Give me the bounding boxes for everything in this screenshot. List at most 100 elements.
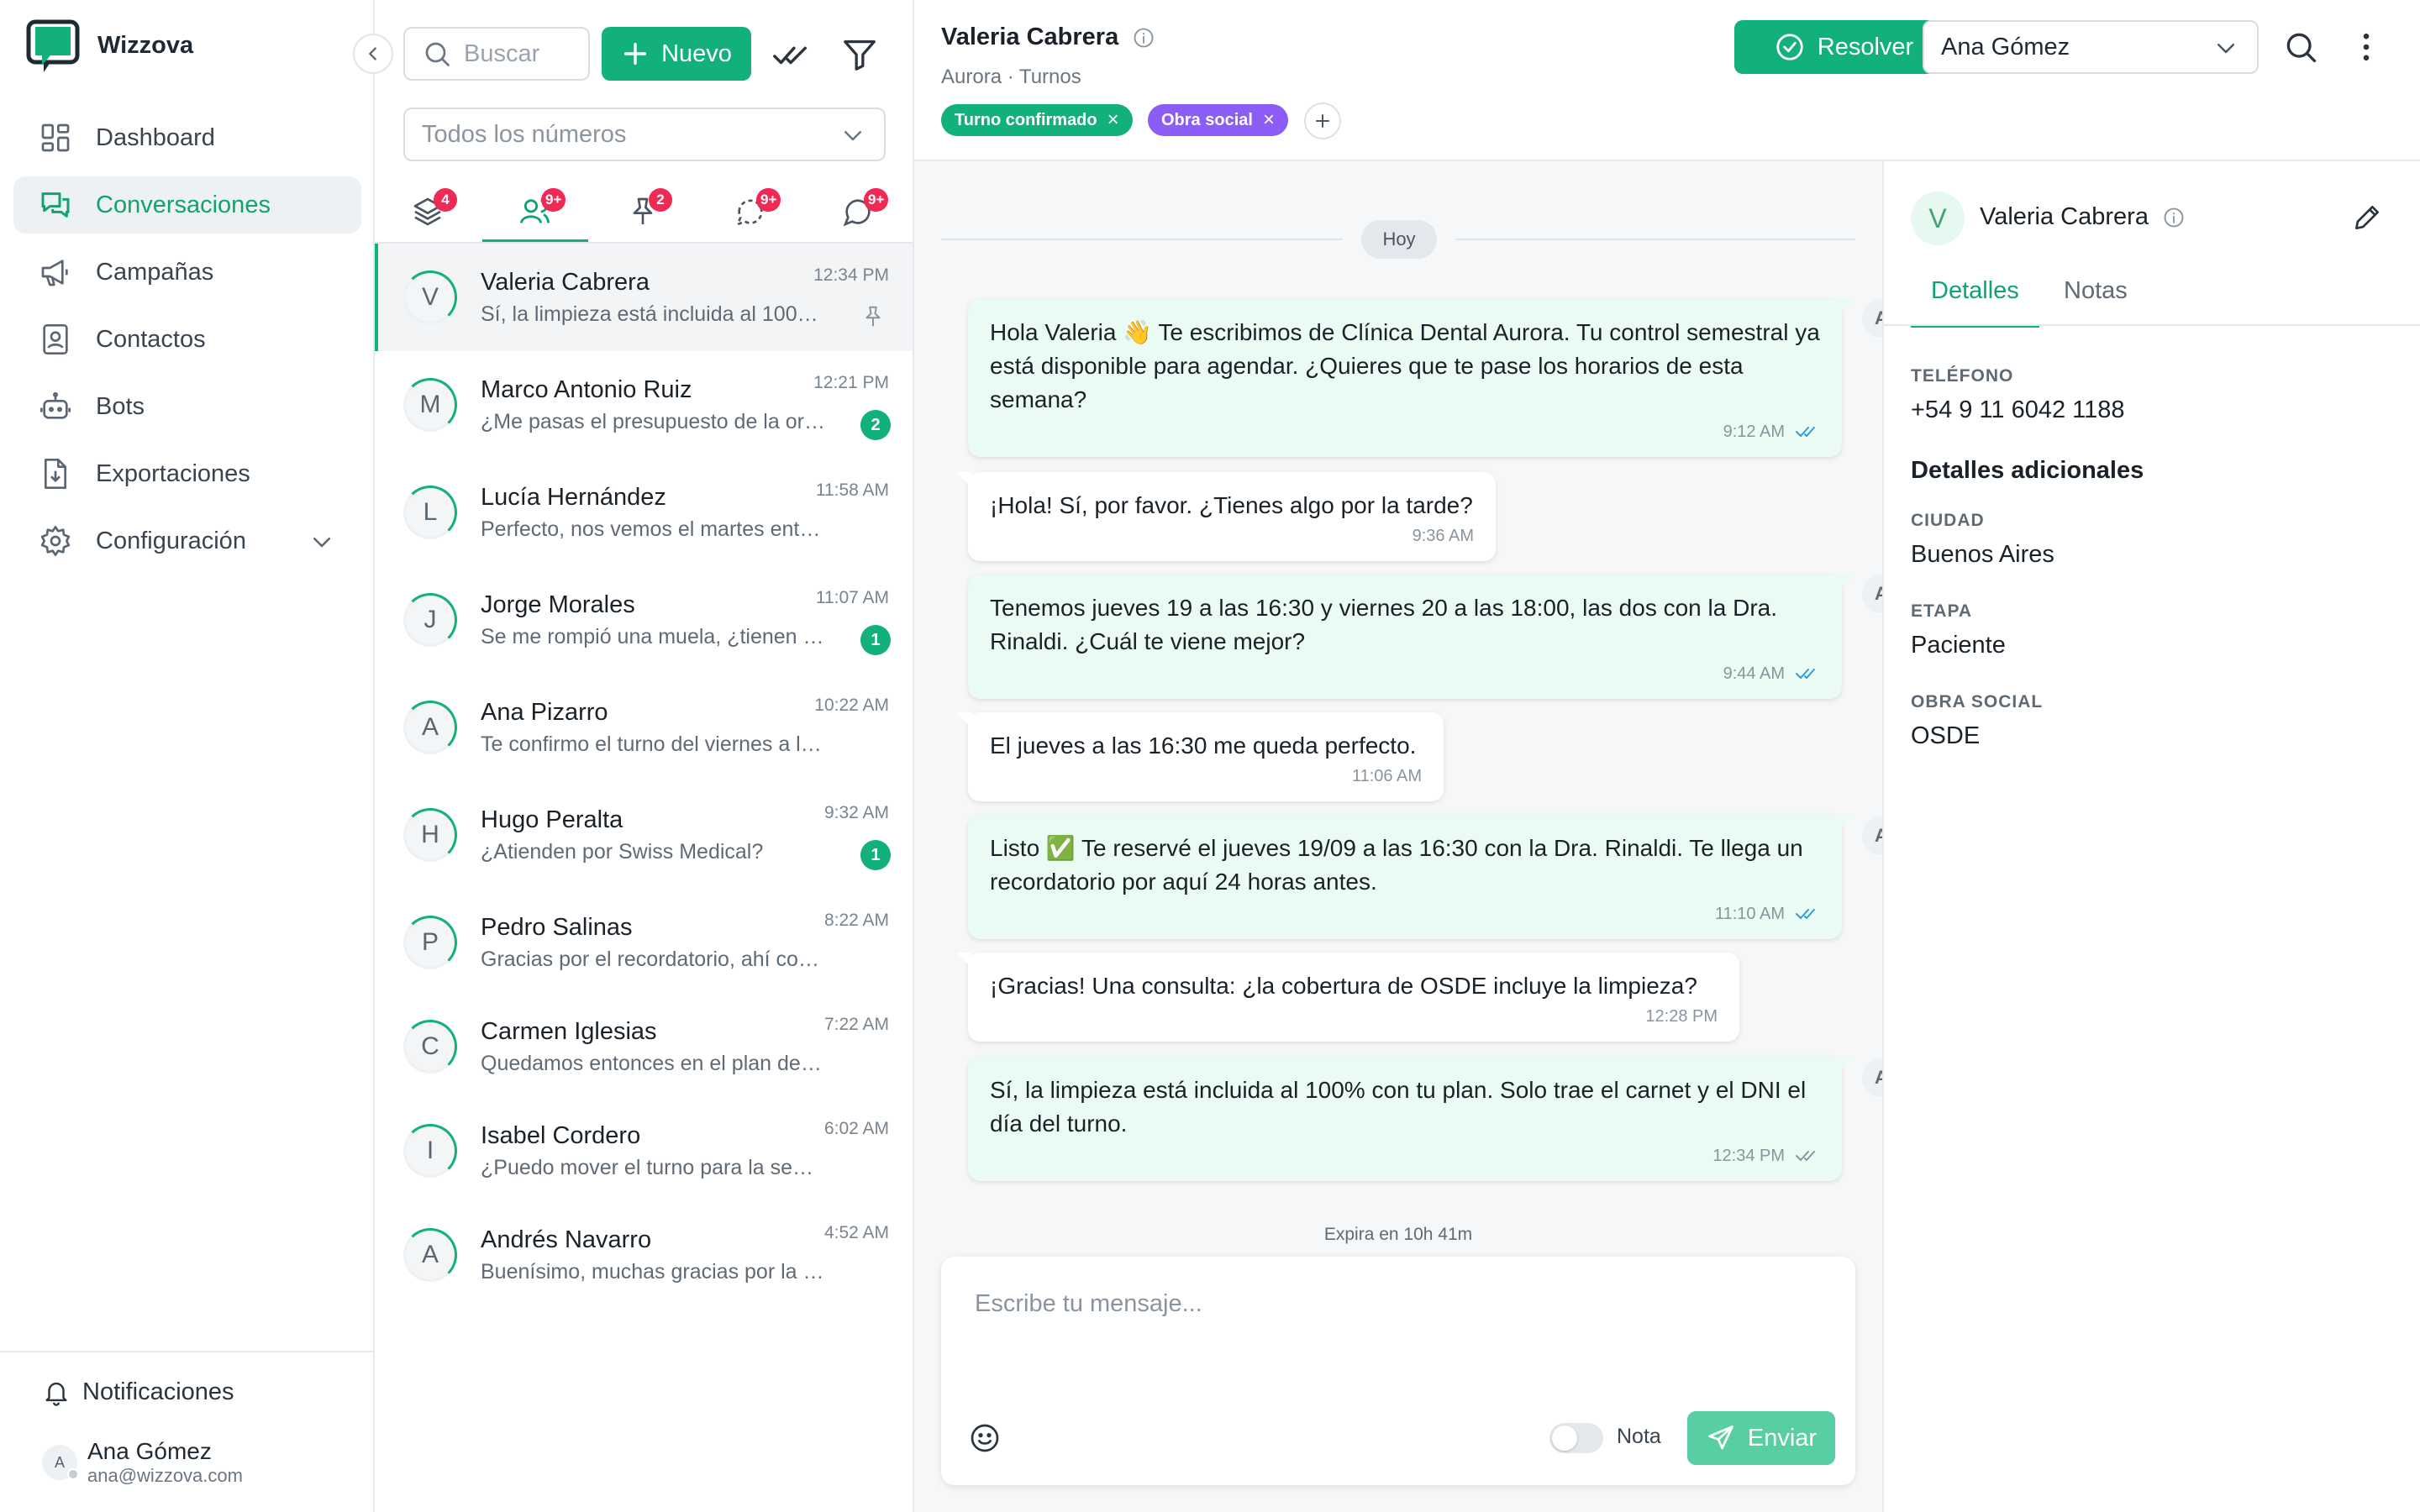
contact-name: Valeria Cabrera: [481, 269, 650, 296]
note-toggle[interactable]: [1549, 1423, 1603, 1453]
add-tag-button[interactable]: [1304, 102, 1341, 139]
contact-details-panel: V Valeria Cabrera Detalles Notas TELÉFON…: [1882, 161, 2420, 1512]
send-button[interactable]: Enviar: [1687, 1411, 1835, 1465]
contact-name-text: Valeria Cabrera: [1980, 203, 2149, 230]
assignee-select[interactable]: Ana Gómez: [1923, 20, 2259, 74]
plus-icon: [1316, 114, 1329, 128]
message-meta: 9:12 AM: [1723, 415, 1820, 449]
resolve-button[interactable]: Resolver: [1734, 20, 1953, 74]
nav-item-dashboard[interactable]: Dashboard: [13, 109, 361, 166]
message-meta: 12:34 PM: [1712, 1139, 1820, 1173]
tab-notas[interactable]: Notas: [2044, 277, 2148, 328]
nav-item-label: Dashboard: [96, 123, 215, 151]
pin-icon[interactable]: [860, 304, 886, 329]
mark-all-read-button[interactable]: [771, 35, 810, 74]
search-icon: [422, 39, 452, 69]
filter-tab-unassigned[interactable]: 9+: [697, 186, 803, 242]
nav-item-exportaciones[interactable]: Exportaciones: [13, 445, 361, 502]
contact-avatar: C: [403, 1020, 457, 1074]
info-icon[interactable]: [2162, 206, 2186, 229]
conversation-row[interactable]: P Pedro Salinas 8:22 AM Gracias por el r…: [375, 889, 913, 996]
conversation-row[interactable]: C Carmen Iglesias 7:22 AM Quedamos enton…: [375, 993, 913, 1100]
session-expiry: Expira en 10h 41m: [1323, 1225, 1473, 1244]
field-value: Buenos Aires: [1911, 541, 2054, 568]
search-icon: [2286, 33, 2317, 63]
bot-icon: [39, 390, 72, 423]
filter-tab-pinned[interactable]: 2: [590, 186, 696, 242]
collapse-sidebar-button[interactable]: [353, 34, 393, 74]
pencil-icon: [2354, 205, 2380, 230]
wizzova-logo-icon: [25, 18, 81, 76]
conversation-row[interactable]: V Valeria Cabrera 12:34 PM Sí, la limpie…: [375, 244, 913, 351]
message-time: 9:44 AM: [1723, 664, 1785, 683]
info-icon[interactable]: [1132, 26, 1155, 50]
filter-tab-open[interactable]: 9+: [805, 186, 911, 242]
message-preview: ¿Me pasas el presupuesto de la ortodonci…: [481, 410, 825, 433]
brand-name: Wizzova: [97, 32, 194, 59]
edit-contact-button[interactable]: [2351, 202, 2383, 234]
last-message-time: 8:22 AM: [823, 911, 889, 930]
conversation-row[interactable]: H Hugo Peralta 9:32 AM ¿Atienden por Swi…: [375, 781, 913, 889]
nav-item-label: Bots: [96, 392, 145, 420]
nav-item-campanas[interactable]: Campañas: [13, 244, 361, 301]
message-preview: ¿Puedo mover el turno para la semana que…: [481, 1156, 825, 1179]
phone-value: +54 9 11 6042 1188: [1911, 396, 2125, 423]
chat-subtitle: Aurora · Turnos: [941, 66, 1081, 88]
message-meta: 12:28 PM: [1645, 1000, 1718, 1033]
double-check-icon: [1796, 427, 1815, 437]
user-avatar[interactable]: A: [42, 1445, 79, 1480]
emoji-button[interactable]: [968, 1421, 1002, 1455]
contact-card-icon: [39, 323, 72, 356]
nav-item-contactos[interactable]: Contactos: [13, 311, 361, 368]
contact-name: Andrés Navarro: [481, 1226, 652, 1253]
tab-detalles[interactable]: Detalles: [1911, 277, 2039, 328]
last-message-time: 6:02 AM: [823, 1119, 889, 1138]
more-options-button[interactable]: [2348, 29, 2385, 66]
divider: [1884, 324, 2420, 326]
conversation-row[interactable]: J Jorge Morales 11:07 AM Se me rompió un…: [375, 566, 913, 674]
field-value: Paciente: [1911, 632, 2006, 659]
nav-item-bots[interactable]: Bots: [13, 378, 361, 435]
message-outgoing: Listo ✅ Te reservé el jueves 19/09 a las…: [968, 815, 1854, 939]
conversation-row[interactable]: I Isabel Cordero 6:02 AM ¿Puedo mover el…: [375, 1097, 913, 1205]
remove-tag-icon[interactable]: ×: [1263, 108, 1275, 132]
message-composer: Escribe tu mensaje... Nota Enviar: [941, 1257, 1855, 1485]
tag-turno-confirmado[interactable]: Turno confirmado ×: [941, 104, 1133, 136]
conversation-row[interactable]: M Marco Antonio Ruiz 12:21 PM ¿Me pasas …: [375, 351, 913, 459]
conversation-row[interactable]: A Andrés Navarro 4:52 AM Buenísimo, much…: [375, 1201, 913, 1309]
contact-avatar: L: [403, 486, 457, 539]
contact-avatar: J: [403, 593, 457, 647]
message-input[interactable]: Escribe tu mensaje...: [975, 1290, 1202, 1318]
filter-tab-all[interactable]: 4: [375, 186, 481, 242]
tag-label: Obra social: [1161, 110, 1253, 129]
count-badge: 2: [649, 188, 672, 212]
plus-icon: [621, 39, 650, 68]
remove-tag-icon[interactable]: ×: [1107, 108, 1119, 132]
notifications-button[interactable]: Notificaciones: [42, 1378, 234, 1406]
message-text: Hola Valeria 👋 Te escribimos de Clínica …: [990, 319, 1820, 412]
contact-name-text: Valeria Cabrera: [941, 24, 1119, 50]
nav-item-configuracion[interactable]: Configuración: [13, 512, 361, 570]
conversation-row[interactable]: L Lucía Hernández 11:58 AM Perfecto, nos…: [375, 459, 913, 566]
number-filter-select[interactable]: Todos los números: [403, 108, 886, 161]
message-outgoing: Sí, la limpieza está incluida al 100% co…: [968, 1057, 1854, 1181]
search-input[interactable]: Buscar: [403, 27, 590, 81]
filter-button[interactable]: [840, 35, 879, 74]
search-chat-button[interactable]: [2282, 29, 2319, 66]
contact-avatar: A: [403, 1228, 457, 1282]
user-email: ana@wizzova.com: [87, 1465, 243, 1486]
message-preview: ¿Atienden por Swiss Medical?: [481, 840, 764, 864]
contact-name: Isabel Cordero: [481, 1122, 641, 1149]
contact-name: Pedro Salinas: [481, 914, 633, 941]
conversation-row[interactable]: A Ana Pizarro 10:22 AM Te confirmo el tu…: [375, 674, 913, 781]
message-preview: Gracias por el recordatorio, ahí confirm…: [481, 948, 825, 971]
divider: [941, 239, 1343, 240]
tag-obra-social[interactable]: Obra social ×: [1148, 104, 1288, 136]
new-conversation-button[interactable]: Nuevo: [602, 27, 751, 81]
contact-name: Lucía Hernández: [481, 484, 666, 511]
message-text: Sí, la limpieza está incluida al 100% co…: [990, 1077, 1807, 1137]
filter-tab-mine[interactable]: 9+: [482, 186, 588, 242]
more-vertical-icon: [2363, 33, 2370, 61]
nav-item-conversaciones[interactable]: Conversaciones: [13, 176, 361, 234]
chevron-down-icon: [309, 529, 334, 554]
